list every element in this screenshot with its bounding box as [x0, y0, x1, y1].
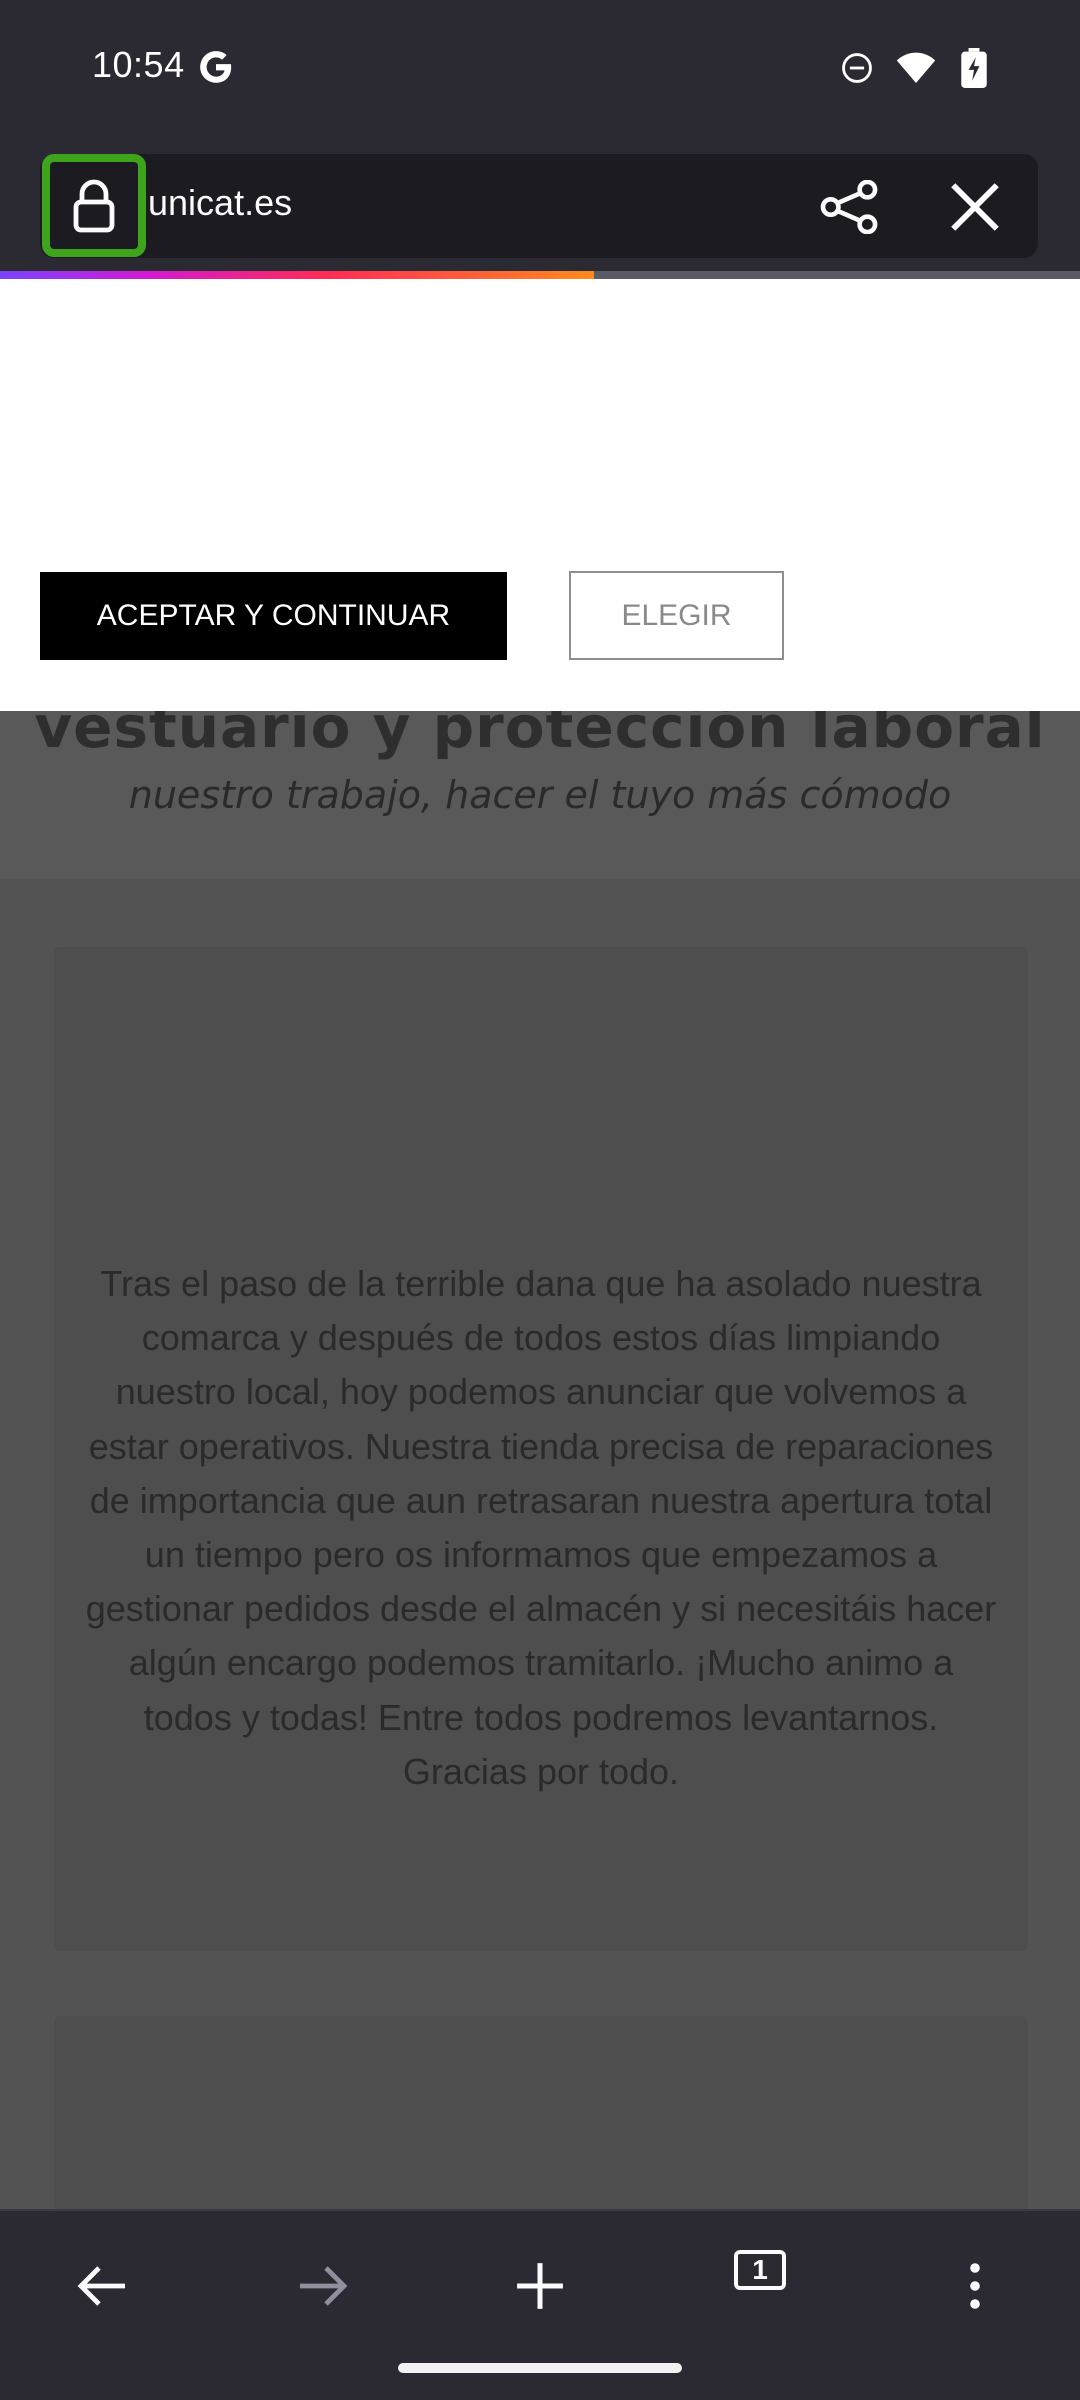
new-tab-button[interactable]: [505, 2251, 575, 2321]
back-arrow-icon: [77, 2266, 125, 2306]
cookie-consent-banner: ACEPTAR Y CONTINUAR ELEGIR: [0, 279, 1080, 711]
wifi-icon: [896, 52, 936, 83]
battery-charging-icon: [961, 48, 987, 88]
browser-screen: 10:54 unicat.es ACEPTAR Y CONTINUAR ELEG…: [0, 0, 1080, 2400]
share-icon[interactable]: [818, 180, 882, 234]
web-content: ACEPTAR Y CONTINUAR ELEGIR vestuario y p…: [0, 279, 1080, 2209]
more-menu-icon: [970, 2263, 980, 2309]
url-text[interactable]: unicat.es: [148, 182, 292, 224]
lock-icon: [73, 179, 115, 232]
choose-button[interactable]: ELEGIR: [569, 571, 784, 660]
hero-band: vestuario y protección laboral nuestro t…: [0, 693, 1080, 879]
accept-and-continue-button[interactable]: ACEPTAR Y CONTINUAR: [40, 572, 507, 660]
back-button[interactable]: [68, 2251, 138, 2321]
google-g-icon: [200, 51, 232, 83]
notice-text: Tras el paso de la terrible dana que ha …: [85, 1263, 997, 1792]
home-indicator[interactable]: [398, 2363, 682, 2373]
forward-arrow-icon: [300, 2266, 348, 2306]
more-menu-button[interactable]: [940, 2251, 1010, 2321]
notice-card: Tras el paso de la terrible dana que ha …: [54, 947, 1028, 1951]
status-bar: 10:54: [0, 0, 1080, 138]
close-icon[interactable]: [946, 178, 1004, 236]
page-tagline: nuestro trabajo, hacer el tuyo más cómod…: [128, 773, 952, 817]
status-time: 10:54: [92, 44, 185, 85]
do-not-disturb-icon: [842, 53, 872, 83]
content-card: [54, 2016, 1028, 2209]
status-icons: [840, 48, 990, 88]
forward-button[interactable]: [287, 2251, 357, 2321]
page-overlay-dimmed: vestuario y protección laboral nuestro t…: [0, 693, 1080, 2209]
page-load-progress-fill: [0, 271, 594, 279]
tabs-counter-icon[interactable]: 1: [734, 2250, 786, 2290]
site-security-lock-button[interactable]: [42, 154, 146, 257]
page-load-progress: [0, 271, 1080, 279]
new-tab-plus-icon: [517, 2263, 563, 2309]
